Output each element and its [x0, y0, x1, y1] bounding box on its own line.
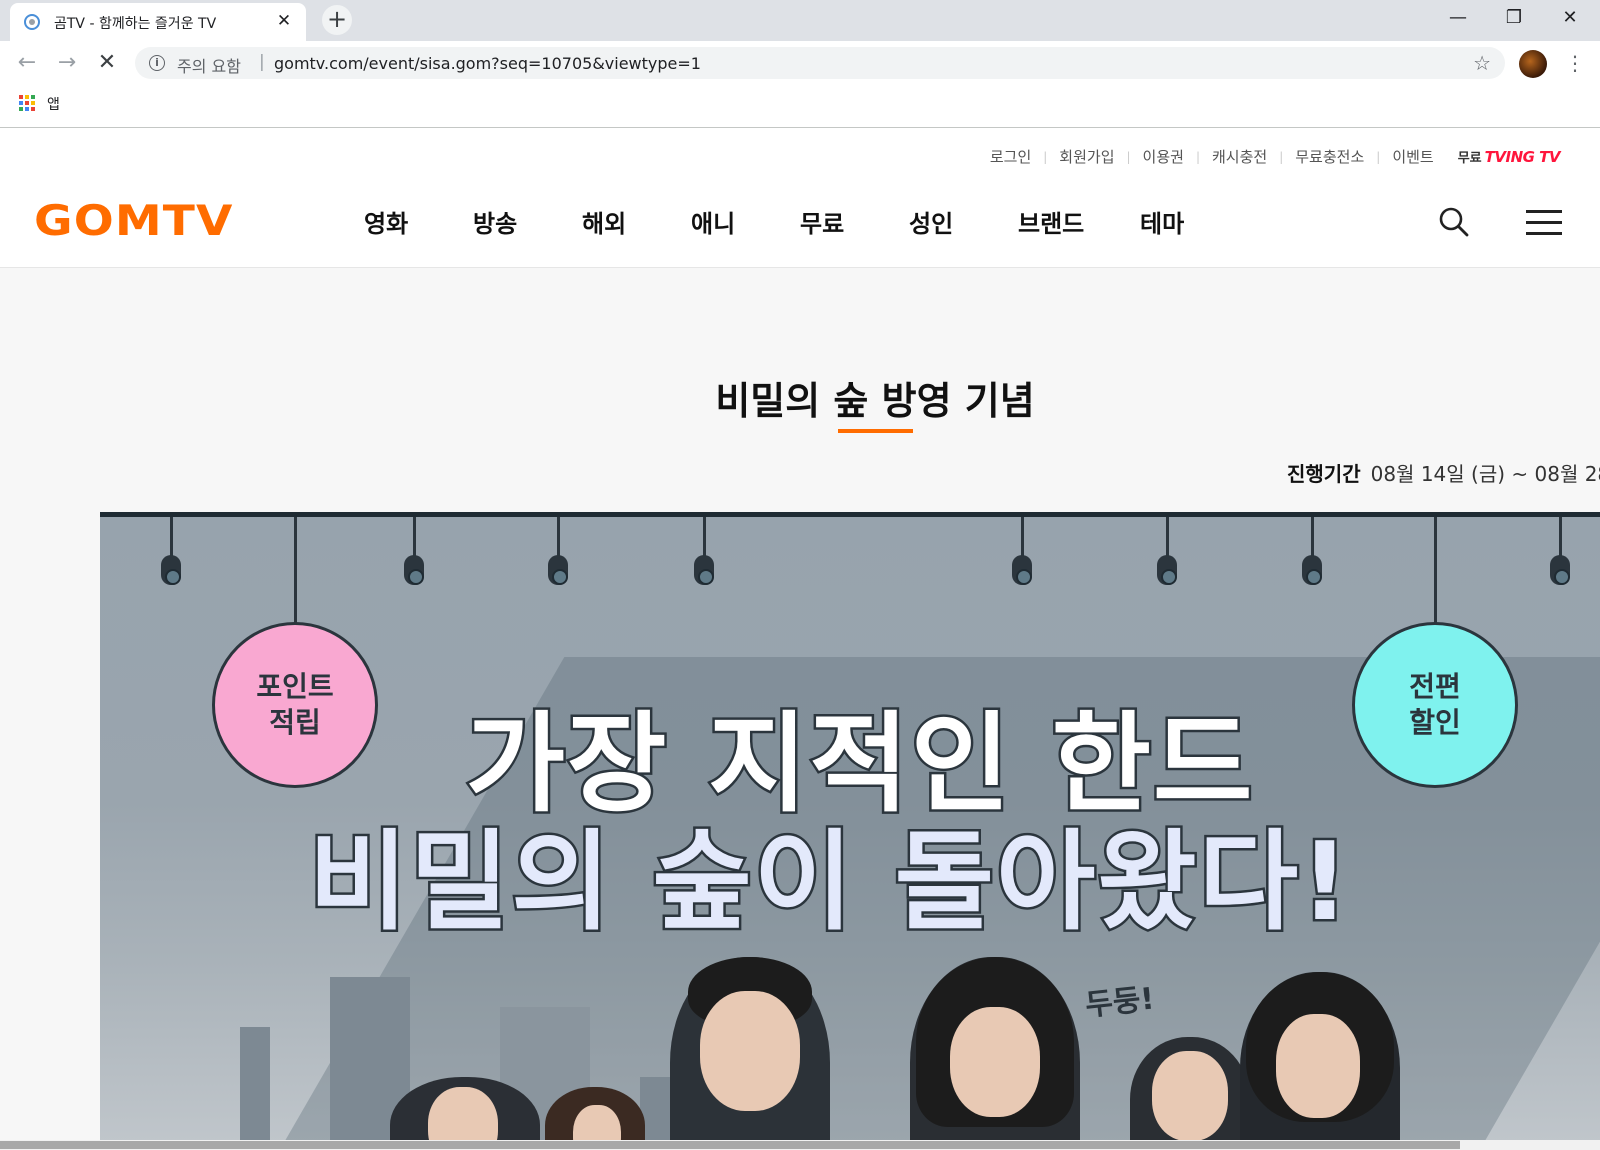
- lamp-wire: [1021, 517, 1024, 557]
- character-5: [1130, 1037, 1250, 1150]
- ceiling-lamp: [404, 555, 424, 585]
- sfx-text: 두둥!: [1083, 981, 1156, 1024]
- apps-icon[interactable]: [19, 95, 35, 111]
- tab-close-icon[interactable]: ✕: [274, 11, 294, 31]
- url-text[interactable]: gomtv.com/event/sisa.gom?seq=10705&viewt…: [274, 54, 701, 73]
- bookmarks-bar: 앱: [0, 84, 1600, 128]
- event-link[interactable]: 이벤트: [1392, 146, 1433, 167]
- pass-link[interactable]: 이용권: [1143, 146, 1184, 167]
- new-tab-button[interactable]: +: [322, 5, 352, 35]
- character-3: [670, 957, 830, 1150]
- minimize-window-button[interactable]: —: [1430, 0, 1486, 36]
- character-face: [1276, 1014, 1360, 1118]
- tving-free-label: 무료: [1457, 151, 1482, 166]
- free-charge-link[interactable]: 무료충전소: [1295, 146, 1364, 167]
- nav-anime[interactable]: 애니: [691, 204, 735, 239]
- ceiling-lamp: [1157, 555, 1177, 585]
- period-label: 진행기간: [1287, 462, 1361, 486]
- close-window-button[interactable]: ✕: [1542, 0, 1598, 36]
- util-separator: |: [1043, 149, 1048, 164]
- character-4: [910, 957, 1080, 1150]
- forward-button[interactable]: →: [52, 48, 82, 78]
- ceiling-lamp: [1550, 555, 1570, 585]
- lamp-wire: [1311, 517, 1314, 557]
- signup-link[interactable]: 회원가입: [1059, 146, 1114, 167]
- util-separator: |: [1279, 149, 1284, 164]
- browser-tab[interactable]: 곰TV - 함께하는 즐거운 TV ✕: [10, 3, 306, 41]
- event-title: 비밀의 숲 방영 기념: [715, 379, 1035, 423]
- tving-logo: TVING TV: [1484, 148, 1561, 166]
- page-content: 로그인 | 회원가입 | 이용권 | 캐시충전 | 무료충전소 | 이벤트 무료…: [0, 128, 1600, 1150]
- horizontal-scrollbar[interactable]: [0, 1140, 1600, 1150]
- lamp-wire: [170, 517, 173, 557]
- period-value: 08월 14일 (금) ~ 08월 28일: [1370, 462, 1600, 486]
- login-link[interactable]: 로그인: [990, 146, 1031, 167]
- url-separator: |: [259, 52, 265, 72]
- utility-links: 로그인 | 회원가입 | 이용권 | 캐시충전 | 무료충전소 | 이벤트 무료…: [990, 146, 1561, 167]
- lamp-wire: [1559, 517, 1562, 557]
- tving-promo-link[interactable]: 무료 TVING TV: [1457, 147, 1561, 166]
- ceiling-lamp: [548, 555, 568, 585]
- util-separator: |: [1195, 149, 1200, 164]
- event-banner: 포인트 적립 전편 할인 두둥! 가장 지적인 한드 비밀의 숲이 돌아왔다!: [100, 512, 1600, 1150]
- nav-theme[interactable]: 테마: [1140, 204, 1184, 239]
- site-header: 로그인 | 회원가입 | 이용권 | 캐시충전 | 무료충전소 | 이벤트 무료…: [0, 128, 1600, 268]
- browser-toolbar: ← → ✕ i 주의 요함 | gomtv.com/event/sisa.gom…: [0, 41, 1600, 84]
- nav-broadcast[interactable]: 방송: [473, 204, 517, 239]
- gomtv-logo[interactable]: GOMTV: [34, 196, 234, 245]
- ceiling-lamp: [161, 555, 181, 585]
- banner-headline-line2: 비밀의 숲이 돌아왔다!: [306, 818, 1352, 948]
- stop-loading-button[interactable]: ✕: [92, 48, 122, 78]
- security-label[interactable]: 주의 요함: [177, 53, 241, 77]
- building: [240, 1027, 270, 1150]
- lamp-wire: [703, 517, 706, 557]
- badge-wire: [294, 517, 297, 625]
- nav-free[interactable]: 무료: [800, 204, 844, 239]
- ceiling-lamp: [694, 555, 714, 585]
- nav-movie[interactable]: 영화: [364, 204, 408, 239]
- search-icon[interactable]: [1438, 206, 1470, 238]
- scrollbar-thumb[interactable]: [0, 1141, 1460, 1149]
- lamp-wire: [1166, 517, 1169, 557]
- profile-avatar[interactable]: [1519, 50, 1547, 78]
- apps-bookmark[interactable]: 앱: [47, 94, 60, 114]
- title-underline: [838, 429, 913, 433]
- nav-overseas[interactable]: 해외: [582, 204, 626, 239]
- badge-wire: [1434, 517, 1437, 625]
- nav-adult[interactable]: 성인: [909, 204, 953, 239]
- util-separator: |: [1126, 149, 1131, 164]
- maximize-window-button[interactable]: ❐: [1486, 0, 1542, 36]
- character-face: [1152, 1051, 1228, 1141]
- browser-menu-icon[interactable]: ⋮: [1565, 48, 1585, 78]
- ceiling-lamp: [1012, 555, 1032, 585]
- lamp-wire: [557, 517, 560, 557]
- character-face: [950, 1007, 1040, 1117]
- info-icon[interactable]: i: [149, 55, 165, 71]
- hamburger-icon[interactable]: [1526, 210, 1562, 236]
- cash-charge-link[interactable]: 캐시충전: [1212, 146, 1267, 167]
- site-favicon-icon: [24, 14, 40, 30]
- util-separator: |: [1376, 149, 1381, 164]
- tab-title: 곰TV - 함께하는 즐거운 TV: [54, 16, 217, 32]
- nav-brand[interactable]: 브랜드: [1018, 204, 1084, 239]
- tab-strip: 곰TV - 함께하는 즐거운 TV ✕ + — ❐ ✕: [0, 0, 1600, 41]
- back-button[interactable]: ←: [12, 48, 42, 78]
- character-6: [1240, 972, 1400, 1150]
- star-icon[interactable]: ☆: [1473, 51, 1491, 75]
- ceiling-lamp: [1302, 555, 1322, 585]
- lamp-wire: [413, 517, 416, 557]
- event-period: 진행기간 08월 14일 (금) ~ 08월 28일: [1287, 458, 1600, 487]
- character-face: [700, 991, 800, 1111]
- address-bar[interactable]: i 주의 요함 | gomtv.com/event/sisa.gom?seq=1…: [135, 47, 1505, 79]
